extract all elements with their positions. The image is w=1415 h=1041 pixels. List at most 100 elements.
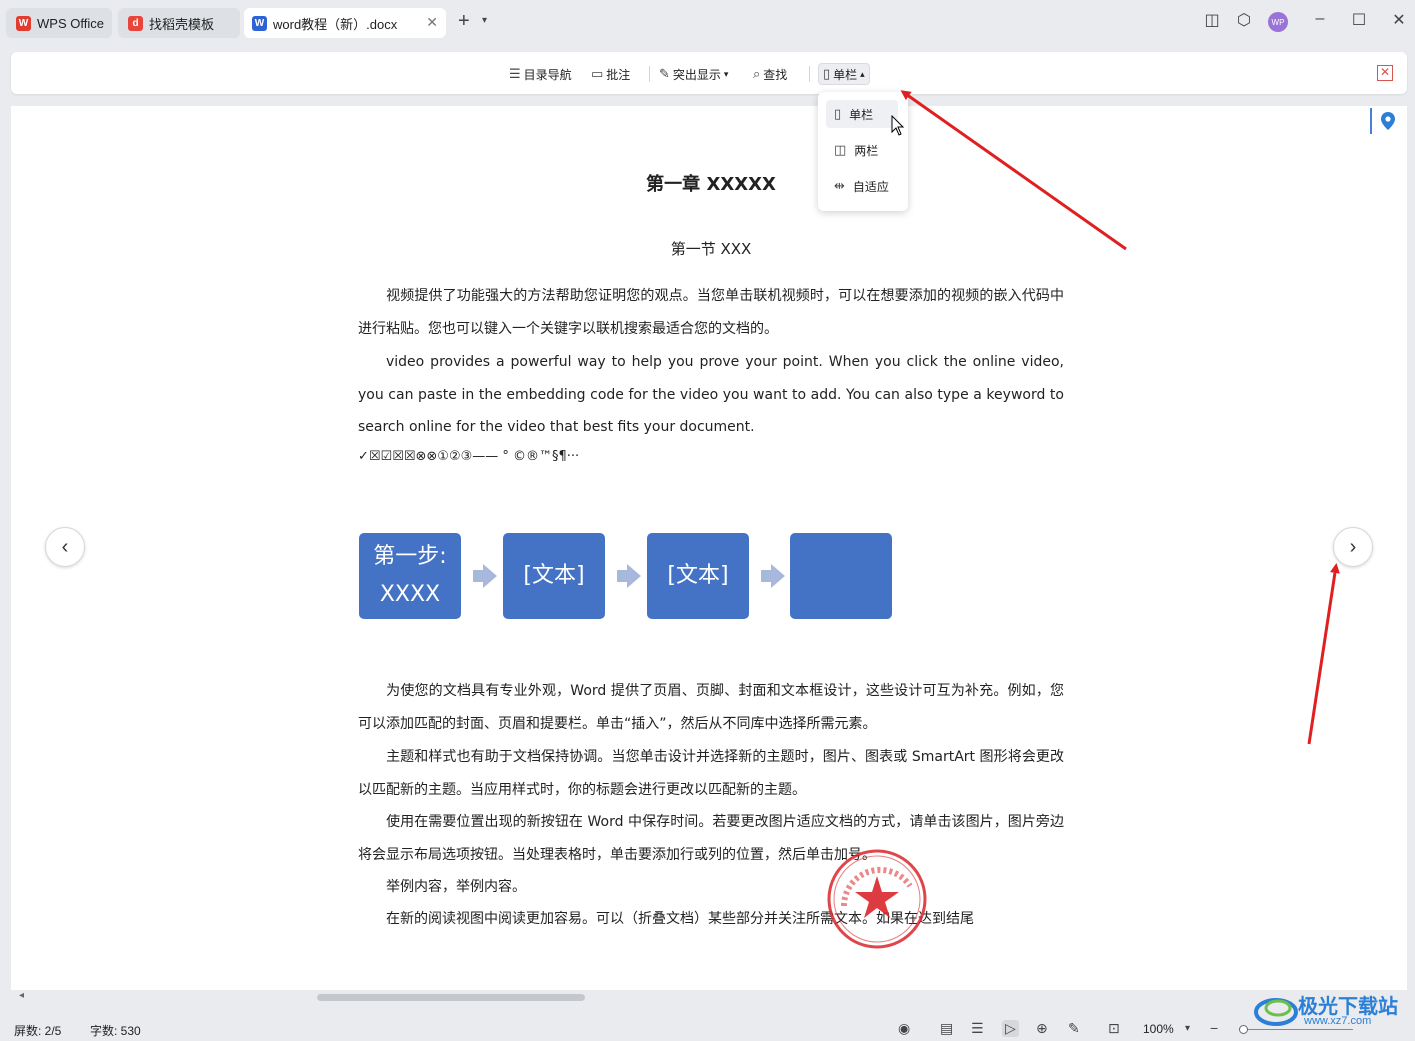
paragraph-text: 举例内容，举例内容。 (386, 879, 526, 895)
eye-protect-icon[interactable]: ◉ (898, 1020, 910, 1037)
word-doc-icon: W (252, 15, 267, 31)
smartart-text: [文本] (667, 563, 729, 588)
layout-icon[interactable]: ◫ (1200, 10, 1224, 30)
column-dropdown-menu: ▯ 单栏 ◫ 两栏 ⇹ 自适应 (818, 92, 908, 211)
highlight-button[interactable]: ✎ 突出显示 ▾ (659, 63, 728, 85)
two-column-icon: ◫ (834, 142, 847, 157)
divider (649, 66, 650, 82)
outline-view-icon[interactable]: ☰ (971, 1020, 984, 1037)
chevron-down-icon: ▾ (723, 68, 729, 79)
screen-count: 屏数: 2/5 (14, 1024, 62, 1038)
scroll-left-icon[interactable]: ◂ (19, 990, 24, 1001)
menu-item-label: 两栏 (854, 143, 879, 158)
minimize-icon[interactable]: – (1308, 10, 1332, 28)
location-pin-icon[interactable] (1370, 108, 1404, 134)
status-bar: 屏数: 2/5 字数: 530 ◉ ▤ ☰ ▷ ⊕ ✎ ⊡ 100% ▾ − (0, 1017, 1415, 1041)
mouse-cursor-icon (891, 115, 905, 136)
tab-label: word教程（新）.docx (273, 16, 398, 32)
section-heading: 第一节 XXX (670, 240, 752, 258)
zoom-level[interactable]: 100% (1143, 1022, 1174, 1036)
cube-icon[interactable]: ⬡ (1232, 10, 1256, 30)
smartart-box[interactable]: [文本] (647, 533, 749, 619)
paragraph: 使用在需要位置出现的新按钮在 Word 中保存时间。若要更改图片适应文档的方式，… (358, 806, 1064, 871)
paragraph-text: 使用在需要位置出现的新按钮在 Word 中保存时间。若要更改图片适应文档的方式，… (358, 814, 1064, 863)
avatar[interactable]: WP (1268, 12, 1288, 32)
chevron-down-icon[interactable]: ▾ (1185, 1023, 1190, 1034)
watermark-url: www.xz7.com (1304, 1015, 1372, 1027)
search-icon: ⌕ (753, 66, 761, 81)
smartart-box[interactable]: [文本] (503, 533, 605, 619)
paragraph-text: 主题和样式也有助于文档保持协调。当您单击设计并选择新的主题时，图片、图表或 Sm… (358, 749, 1064, 798)
chevron-up-icon: ▴ (860, 68, 865, 79)
chevron-right-icon: › (1349, 535, 1357, 558)
paragraph: 视频提供了功能强大的方法帮助您证明您的观点。当您单击联机视频时，可以在想要添加的… (358, 280, 1064, 345)
find-label: 查找 (763, 67, 788, 82)
single-column-icon: ▯ (834, 106, 842, 121)
zoom-out-icon[interactable]: − (1210, 1020, 1218, 1036)
adaptive-width-icon: ⇹ (834, 178, 845, 193)
comment-icon: ▭ (591, 66, 604, 81)
tab-label: 找稻壳模板 (149, 16, 215, 32)
smartart-text: [文本] (523, 563, 585, 588)
single-column-icon: ▯ (823, 66, 831, 81)
comment-label: 批注 (606, 67, 631, 82)
word-count[interactable]: 字数: 530 (90, 1022, 141, 1039)
paragraph-text: 视频提供了功能强大的方法帮助您证明您的观点。当您单击联机视频时，可以在想要添加的… (358, 288, 1064, 337)
paragraph: 为使您的文档具有专业外观，Word 提供了页眉、页脚、封面和文本框设计，这些设计… (358, 675, 1064, 740)
tab-wps-office[interactable]: W WPS Office (6, 8, 112, 38)
paragraph-text: video provides a powerful way to help yo… (358, 354, 1064, 436)
divider (809, 66, 810, 82)
column-label: 单栏 (833, 67, 858, 82)
menu-item-single-column[interactable]: ▯ 单栏 (826, 100, 898, 128)
exit-reading-icon[interactable]: ✕ (1377, 65, 1393, 81)
highlight-label: 突出显示 (672, 67, 721, 82)
paragraph-text: 为使您的文档具有专业外观，Word 提供了页眉、页脚、封面和文本框设计，这些设计… (358, 683, 1064, 732)
process-arrow-icon (617, 564, 641, 588)
smartart-text: XXXX (379, 582, 441, 607)
page-view-icon[interactable]: ▤ (940, 1020, 953, 1037)
tab-word-doc[interactable]: W word教程（新）.docx ✕ (244, 8, 446, 38)
fit-page-icon[interactable]: ⊡ (1108, 1020, 1120, 1037)
smartart-box[interactable]: 第一步: XXXX (359, 533, 461, 619)
symbol-line: ✓☒☑☒☒⊗⊗①②③—— ° ©®™§¶··· (358, 449, 580, 464)
zoom-slider-knob[interactable] (1239, 1025, 1248, 1034)
nav-label: 目录导航 (523, 67, 572, 82)
column-button[interactable]: ▯ 单栏 ▴ (818, 63, 870, 85)
menu-item-two-columns[interactable]: ◫ 两栏 (826, 136, 898, 164)
smartart-box[interactable] (790, 533, 892, 619)
company-seal-stamp (827, 849, 927, 949)
next-page-button[interactable]: › (1333, 527, 1373, 567)
reading-toolbar: ☰ 目录导航 ▭ 批注 ✎ 突出显示 ▾ ⌕ 查找 ▯ 单栏 ▴ ✕ (11, 52, 1407, 94)
tab-docer-templates[interactable]: d 找稻壳模板 (118, 8, 240, 38)
paragraph: video provides a powerful way to help yo… (358, 346, 1064, 444)
paragraph: 主题和样式也有助于文档保持协调。当您单击设计并选择新的主题时，图片、图表或 Sm… (358, 741, 1064, 806)
chevron-left-icon: ‹ (61, 535, 69, 558)
process-arrow-icon (473, 564, 497, 588)
comment-button[interactable]: ▭ 批注 (591, 63, 630, 85)
process-arrow-icon (761, 564, 785, 588)
menu-item-label: 单栏 (849, 107, 874, 122)
scrollbar-thumb[interactable] (317, 994, 585, 1001)
menu-item-adaptive[interactable]: ⇹ 自适应 (826, 172, 898, 200)
paragraph: 举例内容，举例内容。 (358, 871, 1064, 904)
docer-icon: d (128, 15, 143, 31)
nav-button[interactable]: ☰ 目录导航 (509, 63, 572, 85)
new-tab-icon[interactable]: + (458, 10, 470, 33)
find-button[interactable]: ⌕ 查找 (753, 63, 787, 85)
outline-icon: ☰ (509, 66, 521, 81)
close-window-icon[interactable]: ✕ (1387, 10, 1411, 30)
prev-page-button[interactable]: ‹ (45, 527, 85, 567)
paragraph: 在新的阅读视图中阅读更加容易。可以（折叠文档）某些部分并关注所需文本。如果在达到… (358, 903, 1064, 936)
highlighter-icon: ✎ (659, 66, 670, 81)
reading-mode-icon[interactable]: ▷ (1002, 1020, 1019, 1037)
maximize-icon[interactable]: ☐ (1347, 10, 1371, 30)
chevron-down-icon[interactable]: ▾ (482, 15, 487, 26)
web-view-icon[interactable]: ⊕ (1036, 1020, 1048, 1037)
smartart-text: 第一步: (373, 544, 447, 569)
close-tab-icon[interactable]: ✕ (426, 14, 438, 31)
horizontal-scrollbar[interactable]: ◂ (11, 990, 1407, 1004)
tab-label: WPS Office (37, 15, 104, 31)
pen-icon[interactable]: ✎ (1068, 1020, 1080, 1037)
wps-logo-icon: W (16, 15, 31, 31)
aurora-logo-icon (1254, 998, 1298, 1026)
